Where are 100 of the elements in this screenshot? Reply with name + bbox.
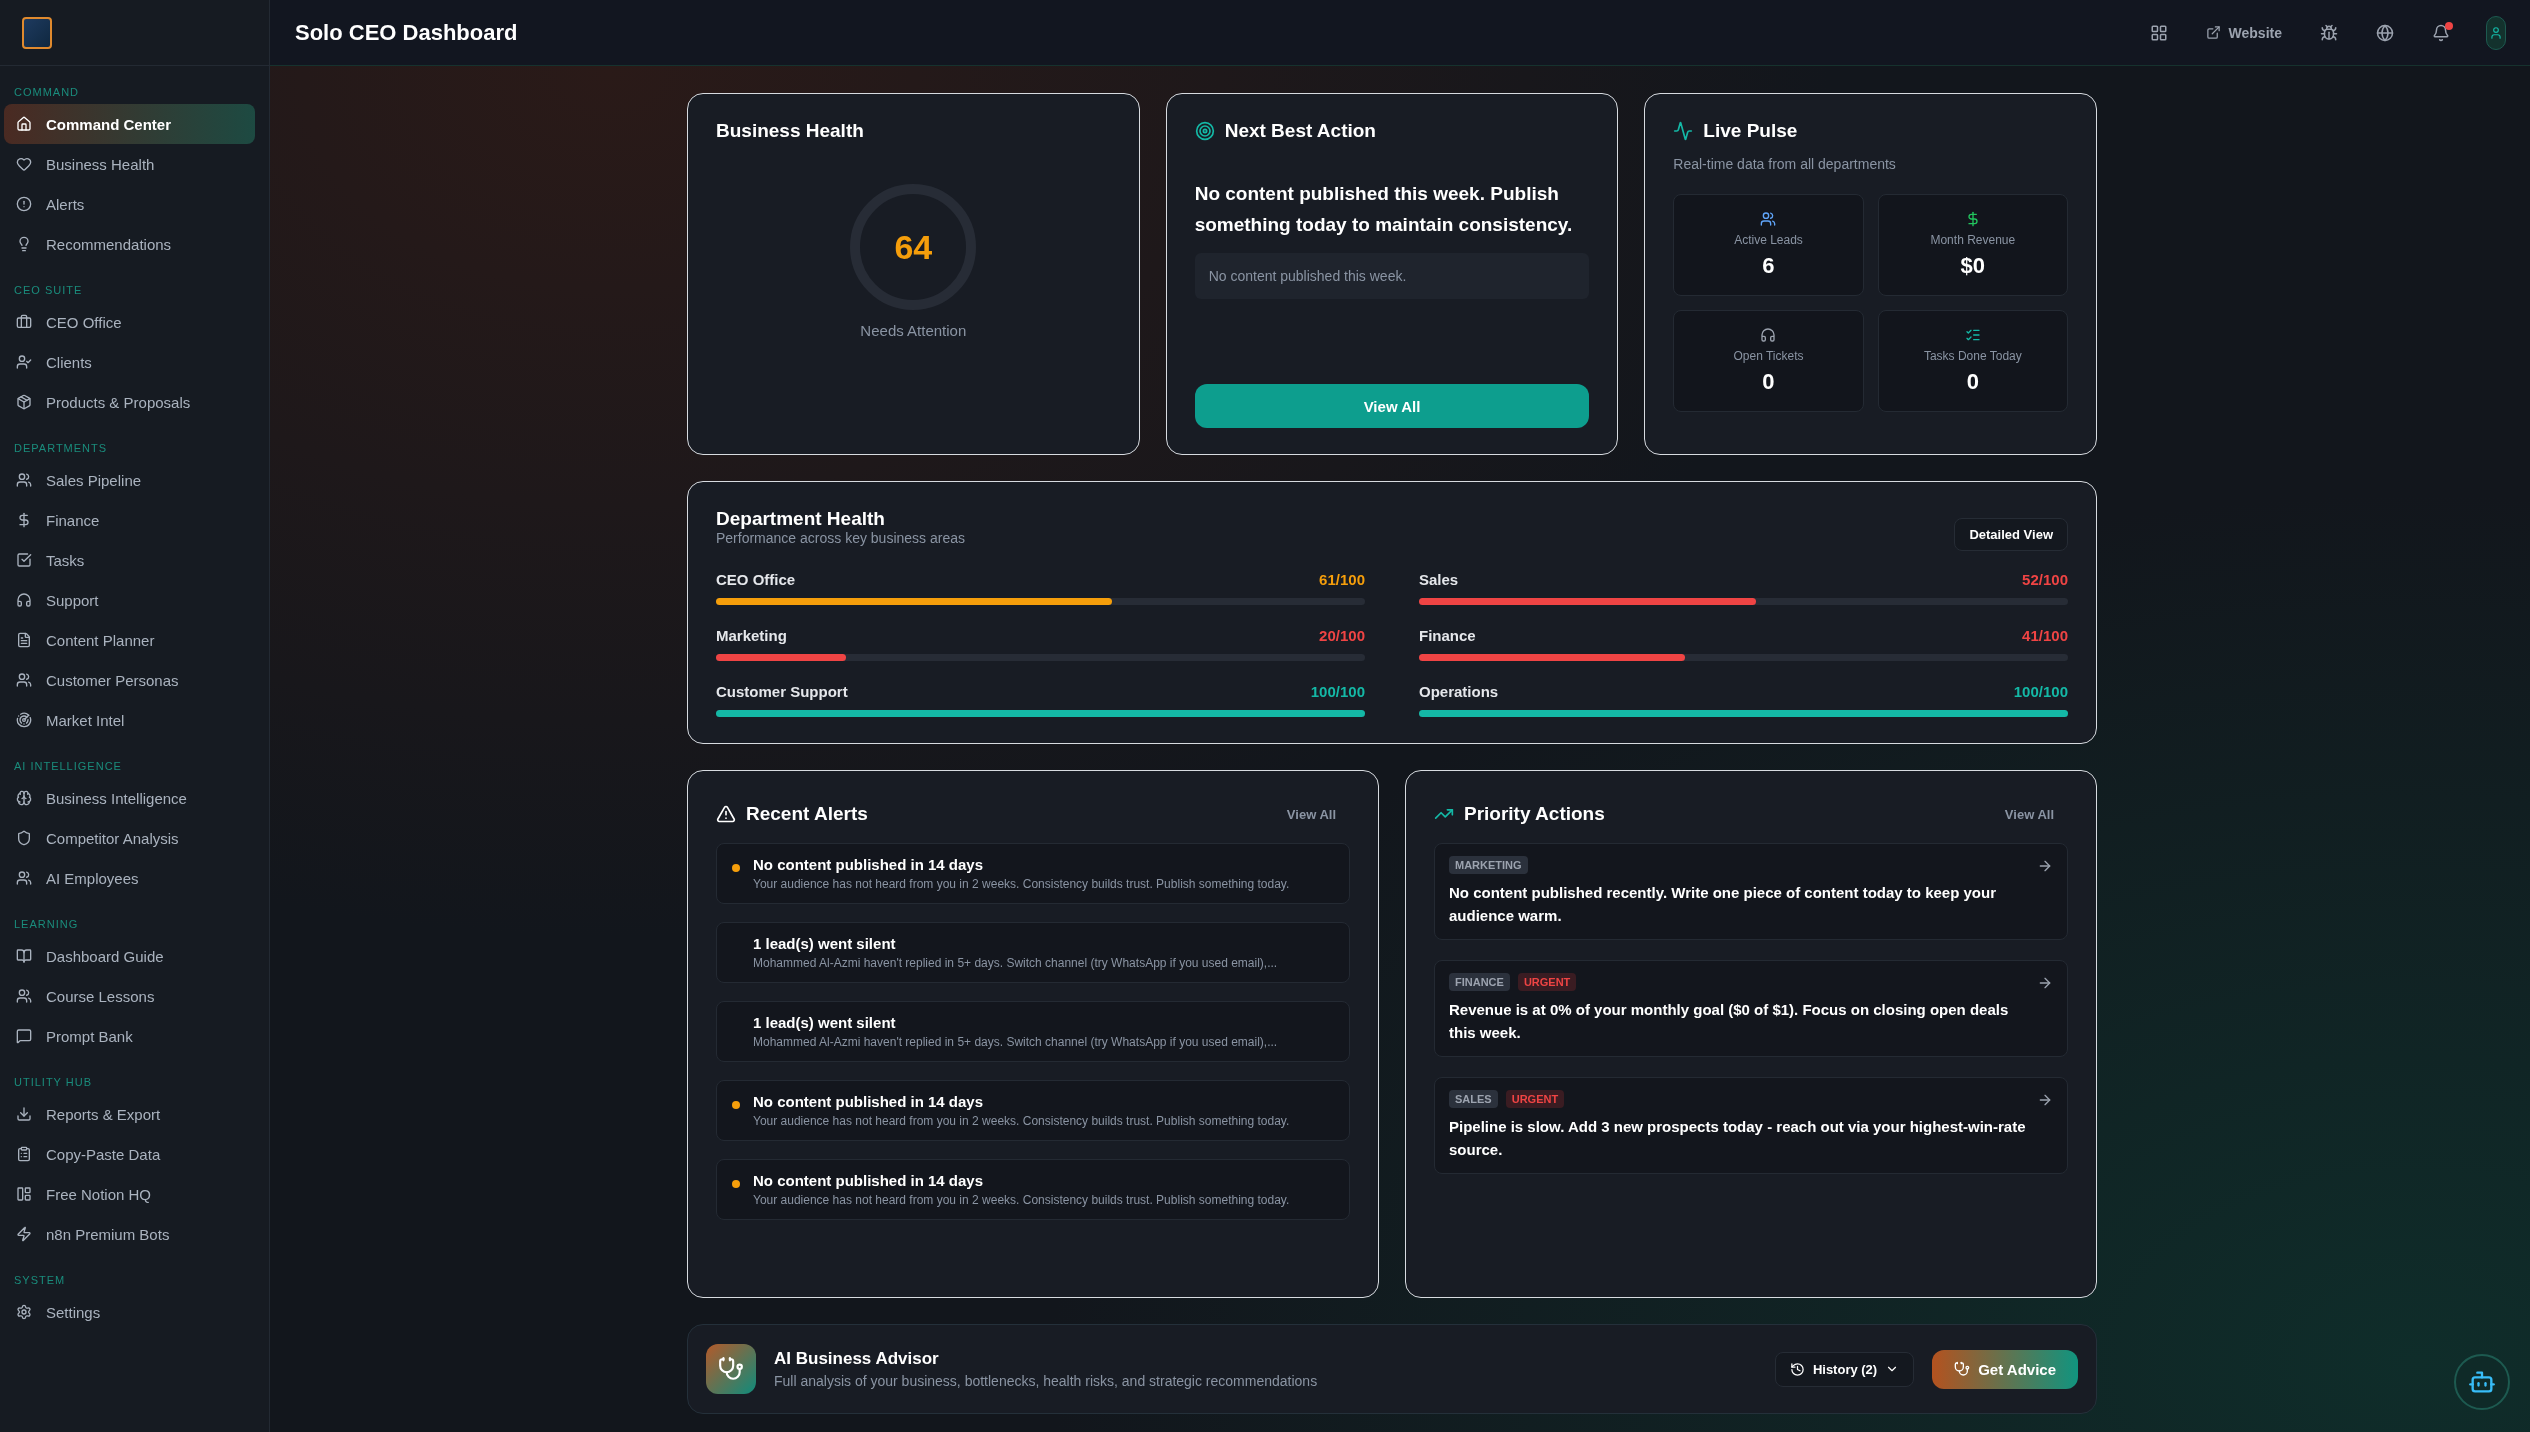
card-title: Recent Alerts: [746, 803, 868, 825]
nav-item[interactable]: Market Intel: [4, 700, 255, 740]
stethoscope-icon: [706, 1344, 756, 1394]
nav-icon: [16, 196, 32, 212]
nav-item[interactable]: Command Center: [4, 104, 255, 144]
nav-icon: [16, 552, 32, 568]
alert-item[interactable]: No content published in 14 days Your audience has not heard from you in 2 weeks. Consistency builds trust. Publish something today.: [716, 1080, 1350, 1141]
section-heading: LEARNING: [13, 917, 80, 932]
advisor-subtitle: Full analysis of your business, bottlenecks, health risks, and strategic recommendations: [774, 1373, 1318, 1389]
alert-title: No content published in 14 days: [753, 1093, 985, 1110]
alert-item[interactable]: No content published in 14 days Your audience has not heard from you in 2 weeks. Consistency builds trust. Publish something today.: [716, 843, 1350, 904]
nav-icon: [16, 1186, 32, 1202]
action-text: Pipeline is slow. Add 3 new prospects today - reach out via your highest-win-rate source.: [1449, 1117, 2027, 1160]
nav-item[interactable]: Finance: [4, 500, 255, 540]
alert-item[interactable]: 1 lead(s) went silent Mohammed Al-Azmi haven't replied in 5+ days. Switch channel (try WhatsApp if you used email),...: [716, 1001, 1350, 1062]
action-message: No content published this week. Publish something today to maintain consistency.: [1194, 182, 1574, 238]
card-subtitle: Real-time data from all departments: [1673, 156, 1897, 172]
department-score: 61/100: [1319, 571, 1365, 588]
detailed-view-button[interactable]: Detailed View: [1954, 518, 2068, 551]
nav-item[interactable]: CEO Office: [4, 302, 255, 342]
nav-icon: [16, 1226, 32, 1242]
notification-bell-icon[interactable]: [2432, 23, 2450, 42]
alert-item[interactable]: 1 lead(s) went silent Mohammed Al-Azmi haven't replied in 5+ days. Switch channel (try WhatsApp if you used email),...: [716, 922, 1350, 983]
nav-icon: [16, 1028, 32, 1044]
nav-item[interactable]: Free Notion HQ: [4, 1174, 255, 1214]
department-score: 100/100: [2013, 683, 2068, 700]
get-advice-button[interactable]: Get Advice: [1932, 1349, 2078, 1389]
nav-icon: [16, 712, 32, 728]
nav-item[interactable]: n8n Premium Bots: [4, 1214, 255, 1254]
history-icon: [1789, 1361, 1805, 1377]
user-avatar[interactable]: [2486, 15, 2506, 50]
view-all-link[interactable]: View All: [1286, 806, 1336, 822]
action-item[interactable]: MARKETING No content published recently. Write one piece of content today to keep your audience warm.: [1434, 843, 2068, 940]
nav-item[interactable]: Customer Personas: [4, 660, 255, 700]
nav-icon: [16, 988, 32, 1004]
department-name: Marketing: [716, 627, 787, 644]
nav-item[interactable]: Prompt Bank: [4, 1016, 255, 1056]
external-link-icon: [2205, 25, 2221, 40]
department-score: 52/100: [2022, 571, 2068, 588]
target-icon: [1194, 121, 1215, 141]
nav-item[interactable]: Content Planner: [4, 620, 255, 660]
nav-item[interactable]: Copy-Paste Data: [4, 1134, 255, 1174]
nav-item[interactable]: Competitor Analysis: [4, 818, 255, 858]
nav-item[interactable]: Reports & Export: [4, 1094, 255, 1134]
website-link[interactable]: Website: [2205, 24, 2282, 41]
tag: SALES: [1449, 1090, 1498, 1108]
arrow-right-icon: [2037, 975, 2053, 991]
card-title: Live Pulse: [1703, 120, 1798, 142]
nav-icon: [16, 1146, 32, 1162]
alert-item[interactable]: No content published in 14 days Your audience has not heard from you in 2 weeks. Consistency builds trust. Publish something today.: [716, 1159, 1350, 1220]
department-score: 41/100: [2022, 627, 2068, 644]
action-text: No content published recently. Write one piece of content today to keep your audience warm.: [1449, 883, 1998, 926]
grid-icon[interactable]: [2149, 23, 2168, 42]
nav-icon: [16, 512, 32, 528]
action-text: Revenue is at 0% of your monthly goal ($0 of $1). Focus on closing open deals this week.: [1449, 1000, 2010, 1043]
nav-item[interactable]: Settings: [4, 1292, 255, 1332]
nav-item[interactable]: Clients: [4, 342, 255, 382]
globe-icon[interactable]: [2376, 23, 2394, 42]
nav-icon: [16, 156, 32, 172]
alert-text: Your audience has not heard from you in 2 weeks. Consistency builds trust. Publish something today.: [753, 1193, 1291, 1207]
view-all-link[interactable]: View All: [2004, 806, 2054, 822]
section-heading: DEPARTMENTS: [13, 441, 109, 456]
nav-item[interactable]: Recommendations: [4, 224, 255, 264]
nav-item[interactable]: Support: [4, 580, 255, 620]
nav-icon: [16, 116, 32, 132]
nav-icon: [16, 1106, 32, 1122]
stat-label: Tasks Done Today: [1923, 349, 2022, 363]
card-title: Department Health: [716, 508, 886, 530]
alert-text: Mohammed Al-Azmi haven't replied in 5+ days. Switch channel (try WhatsApp if you used email),...: [753, 1035, 1279, 1049]
action-item[interactable]: FINANCE URGENT Revenue is at 0% of your monthly goal ($0 of $1). Focus on closing open deals this week.: [1434, 960, 2068, 1057]
department-name: Finance: [1419, 627, 1476, 644]
nav-icon: [16, 790, 32, 806]
nav-item[interactable]: Sales Pipeline: [4, 460, 255, 500]
bug-icon[interactable]: [2320, 23, 2338, 42]
action-item[interactable]: SALES URGENT Pipeline is slow. Add 3 new prospects today - reach out via your highest-win-rate source.: [1434, 1077, 2068, 1174]
stat-value: $0: [1960, 253, 1986, 279]
warning-icon: [716, 804, 736, 824]
alert-title: 1 lead(s) went silent: [753, 1014, 897, 1031]
nav-item[interactable]: Course Lessons: [4, 976, 255, 1016]
nav-icon: [16, 354, 32, 370]
nav-item[interactable]: AI Employees: [4, 858, 255, 898]
nav-item[interactable]: Tasks: [4, 540, 255, 580]
nav-icon: [16, 672, 32, 688]
nav-item[interactable]: Business Health: [4, 144, 255, 184]
nav-item[interactable]: Alerts: [4, 184, 255, 224]
nav-item[interactable]: Business Intelligence: [4, 778, 255, 818]
pulse-icon: [1673, 121, 1694, 141]
nav-item[interactable]: Dashboard Guide: [4, 936, 255, 976]
department-name: Sales: [1419, 571, 1459, 588]
stat-label: Open Tickets: [1733, 349, 1804, 363]
stat-value: 0: [1762, 369, 1775, 395]
nav-item[interactable]: Products & Proposals: [4, 382, 255, 422]
nav-icon: [16, 830, 32, 846]
department-name: Customer Support: [716, 683, 848, 700]
nav-icon: [16, 592, 32, 608]
history-button[interactable]: History (2): [1774, 1351, 1915, 1387]
tag: URGENT: [1505, 1090, 1565, 1108]
nav-icon: [16, 948, 32, 964]
tag: MARKETING: [1449, 856, 1528, 874]
health-status: Needs Attention: [859, 322, 968, 339]
